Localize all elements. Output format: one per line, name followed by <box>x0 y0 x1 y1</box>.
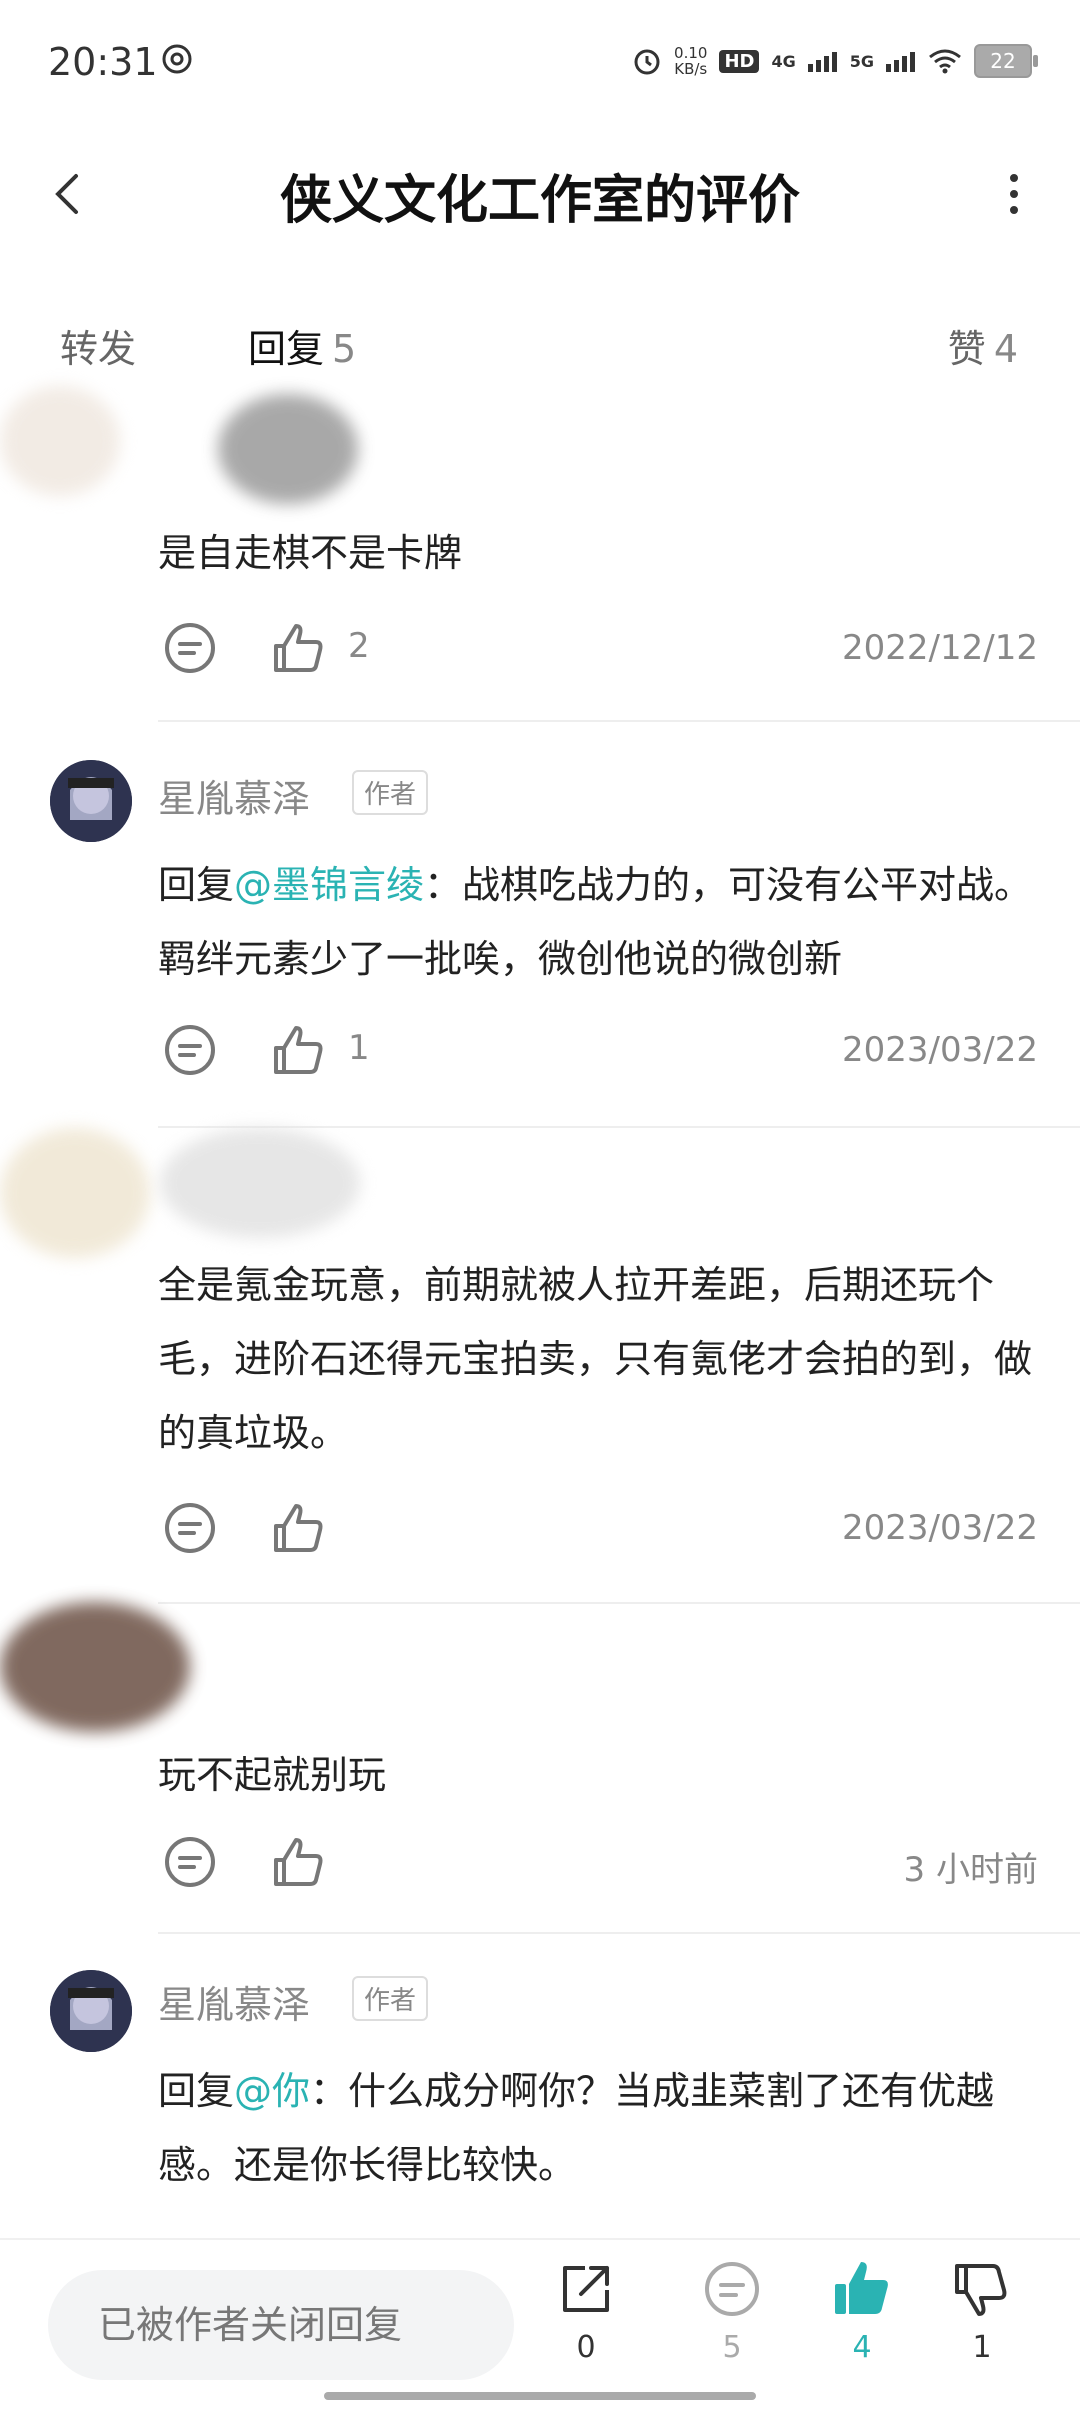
reply-icon <box>705 2262 759 2316</box>
reply-icon[interactable] <box>162 1834 218 1890</box>
mention-link[interactable]: @墨锦言绫 <box>234 863 424 907</box>
avatar-image <box>50 760 132 842</box>
avatar[interactable] <box>50 1970 132 2052</box>
comment-date: 2022/12/12 <box>842 628 1038 668</box>
like-count: 4 <box>852 2330 872 2365</box>
comment-actions: 1 2023/03/22 <box>158 1022 1038 1082</box>
comment-date: 3 小时前 <box>903 1850 1038 1890</box>
signal-bars-icon <box>807 52 837 72</box>
tab-bar: 转发 回复 5 赞4 <box>0 300 1080 380</box>
reply-prefix: 回复 <box>158 863 235 907</box>
signal-5g: 5G <box>849 51 874 71</box>
reply-icon[interactable] <box>162 620 218 676</box>
alarm-icon <box>634 49 660 75</box>
like-icon[interactable] <box>270 1834 326 1890</box>
home-indicator[interactable] <box>324 2392 756 2400</box>
status-time: 20:31 <box>48 40 158 84</box>
comment-date: 2023/03/22 <box>842 1030 1038 1070</box>
reply-prefix: 回复 <box>158 2069 235 2113</box>
divider <box>158 1602 1080 1604</box>
author-badge: 作者 <box>352 770 429 815</box>
comment-actions: 3 小时前 <box>158 1834 1038 1894</box>
hd-indicator: HD <box>719 49 760 73</box>
username[interactable]: 星胤慕泽 <box>158 1974 310 2029</box>
more-icon[interactable] <box>984 164 1044 224</box>
page-title: 侠义文化工作室的评价 <box>279 171 800 231</box>
reply-icon[interactable] <box>162 1500 218 1556</box>
divider <box>158 1126 1080 1128</box>
like-icon[interactable] <box>270 620 326 676</box>
avatar[interactable] <box>0 1128 150 1258</box>
header: 侠义文化工作室的评价 <box>0 130 1080 260</box>
reply-input[interactable]: 已被作者关闭回复 <box>48 2270 514 2380</box>
tab-forward-label: 转发 <box>60 327 137 371</box>
comment-text: 回复@你：什么成分啊你？当成韭菜割了还有优越感。还是你长得比较快。 <box>158 2054 1038 2202</box>
tab-reply[interactable]: 回复 5 <box>248 318 356 373</box>
username-obscured[interactable] <box>218 394 358 504</box>
system-indicators: 0.10 KB/s HD 4G 5G 22 <box>632 44 1038 78</box>
comment-actions: 2023/03/22 <box>158 1500 1038 1560</box>
reply-count: 5 <box>722 2330 742 2365</box>
tab-reply-label: 回复 <box>248 327 325 371</box>
dislike-count: 1 <box>972 2330 992 2365</box>
avatar[interactable] <box>50 760 132 842</box>
battery-indicator: 22 <box>974 44 1038 78</box>
author-badge: 作者 <box>352 1976 429 2021</box>
comment-text: 玩不起就别玩 <box>158 1753 387 1797</box>
comment-text: 回复@墨锦言绫：战棋吃战力的，可没有公平对战。羁绊元素少了一批唉，微创他说的微创… <box>158 848 1038 996</box>
reply-button[interactable]: 5 <box>682 2258 782 2365</box>
divider <box>158 1932 1080 1934</box>
comment-text: 全是氪金玩意，前期就被人拉开差距，后期还玩个毛，进阶石还得元宝拍卖，只有氪佬才会… <box>158 1263 1033 1455</box>
username[interactable]: 星胤慕泽 <box>158 768 310 823</box>
bottom-bar: 已被作者关闭回复 0 5 4 1 <box>0 2238 1080 2410</box>
like-button[interactable]: 4 <box>812 2258 912 2365</box>
app-notification-icon <box>162 44 192 74</box>
tab-forward[interactable]: 转发 <box>60 318 136 373</box>
like-count: 2 <box>348 626 370 666</box>
like-icon[interactable] <box>270 1022 326 1078</box>
dislike-button[interactable]: 1 <box>932 2258 1032 2365</box>
divider <box>158 720 1080 722</box>
share-button[interactable]: 0 <box>536 2258 636 2365</box>
mention-link[interactable]: @你 <box>234 2069 310 2113</box>
share-icon <box>563 2266 609 2312</box>
comment-actions: 2 2022/12/12 <box>158 620 1038 680</box>
avatar[interactable] <box>0 1602 190 1732</box>
like-icon-filled <box>835 2262 888 2314</box>
share-count: 0 <box>576 2330 596 2365</box>
avatar-image <box>50 1970 132 2052</box>
tab-like-count: 4 <box>993 327 1018 371</box>
status-bar: 20:31 0.10 KB/s HD 4G 5G 22 <box>0 0 1080 130</box>
signal-4g: 4G <box>771 51 796 71</box>
tab-like-label: 赞 <box>947 327 986 371</box>
like-icon[interactable] <box>270 1500 326 1556</box>
username-obscured[interactable] <box>160 1128 360 1238</box>
signal-bars-icon <box>886 52 915 72</box>
avatar[interactable] <box>0 386 120 496</box>
net-speed: 0.10 KB/s <box>674 44 708 78</box>
reply-icon[interactable] <box>162 1022 218 1078</box>
wifi-icon <box>929 49 961 74</box>
dislike-icon <box>955 2264 1007 2316</box>
like-count: 1 <box>348 1028 370 1068</box>
comment-date: 2023/03/22 <box>842 1508 1038 1548</box>
comment-text: 是自走棋不是卡牌 <box>158 531 463 575</box>
tab-like[interactable]: 赞4 <box>948 318 1018 373</box>
tab-reply-count: 5 <box>332 327 357 371</box>
